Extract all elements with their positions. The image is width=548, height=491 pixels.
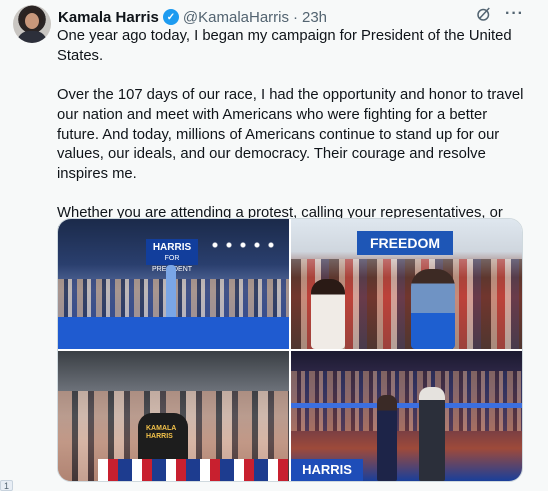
supporter-figure [411, 269, 455, 349]
photo-rally-stage[interactable]: HARRIS FOR PRESIDENT [58, 219, 289, 349]
photo-cheering-crowd[interactable]: KAMALA HARRIS [58, 351, 289, 481]
more-icon[interactable]: ··· [505, 5, 524, 23]
campaign-sign: HARRIS FOR PRESIDENT [146, 239, 198, 273]
tweet[interactable]: Kamala Harris ✓ @KamalaHarris · 23h ··· … [0, 0, 538, 491]
campaign-sign-text: HARRIS [152, 242, 192, 253]
verified-badge-icon[interactable]: ✓ [162, 9, 179, 25]
photo-crowd [291, 371, 522, 431]
photo-freedom-crowd[interactable]: FREEDOM [291, 219, 522, 349]
supporter-figure [311, 279, 345, 349]
freedom-sign: FREEDOM [357, 231, 453, 255]
tweet-paragraph: One year ago today, I began my campaign … [57, 28, 512, 64]
speaker-figure [377, 395, 397, 481]
flag [98, 459, 288, 481]
avatar[interactable] [13, 5, 51, 43]
tweet-header: Kamala Harris ✓ @KamalaHarris · 23h [58, 7, 327, 27]
tweet-actions: ··· [475, 5, 524, 23]
speaker-figure [419, 387, 445, 481]
media-grid: HARRIS FOR PRESIDENT FREEDOM KAMALA HARR… [57, 218, 523, 482]
stage [58, 317, 289, 349]
author-name[interactable]: Kamala Harris [58, 9, 159, 26]
speaker-figure [166, 265, 176, 321]
photo-arena-stage[interactable]: HARRIS [291, 351, 522, 481]
timestamp[interactable]: 23h [302, 9, 327, 26]
grok-icon[interactable] [475, 5, 493, 23]
avatar-body [17, 31, 47, 43]
tweet-paragraph: Over the 107 days of our race, I had the… [57, 87, 524, 182]
arena-ledge [291, 403, 522, 408]
separator-dot: · [293, 8, 298, 26]
author-handle[interactable]: @KamalaHarris [183, 9, 289, 26]
shirt-text: KAMALA HARRIS [146, 425, 177, 440]
avatar-face [25, 13, 39, 29]
stage-lights [208, 241, 278, 249]
harris-banner: HARRIS [291, 459, 363, 481]
edge-badge[interactable]: 1 [0, 480, 13, 491]
